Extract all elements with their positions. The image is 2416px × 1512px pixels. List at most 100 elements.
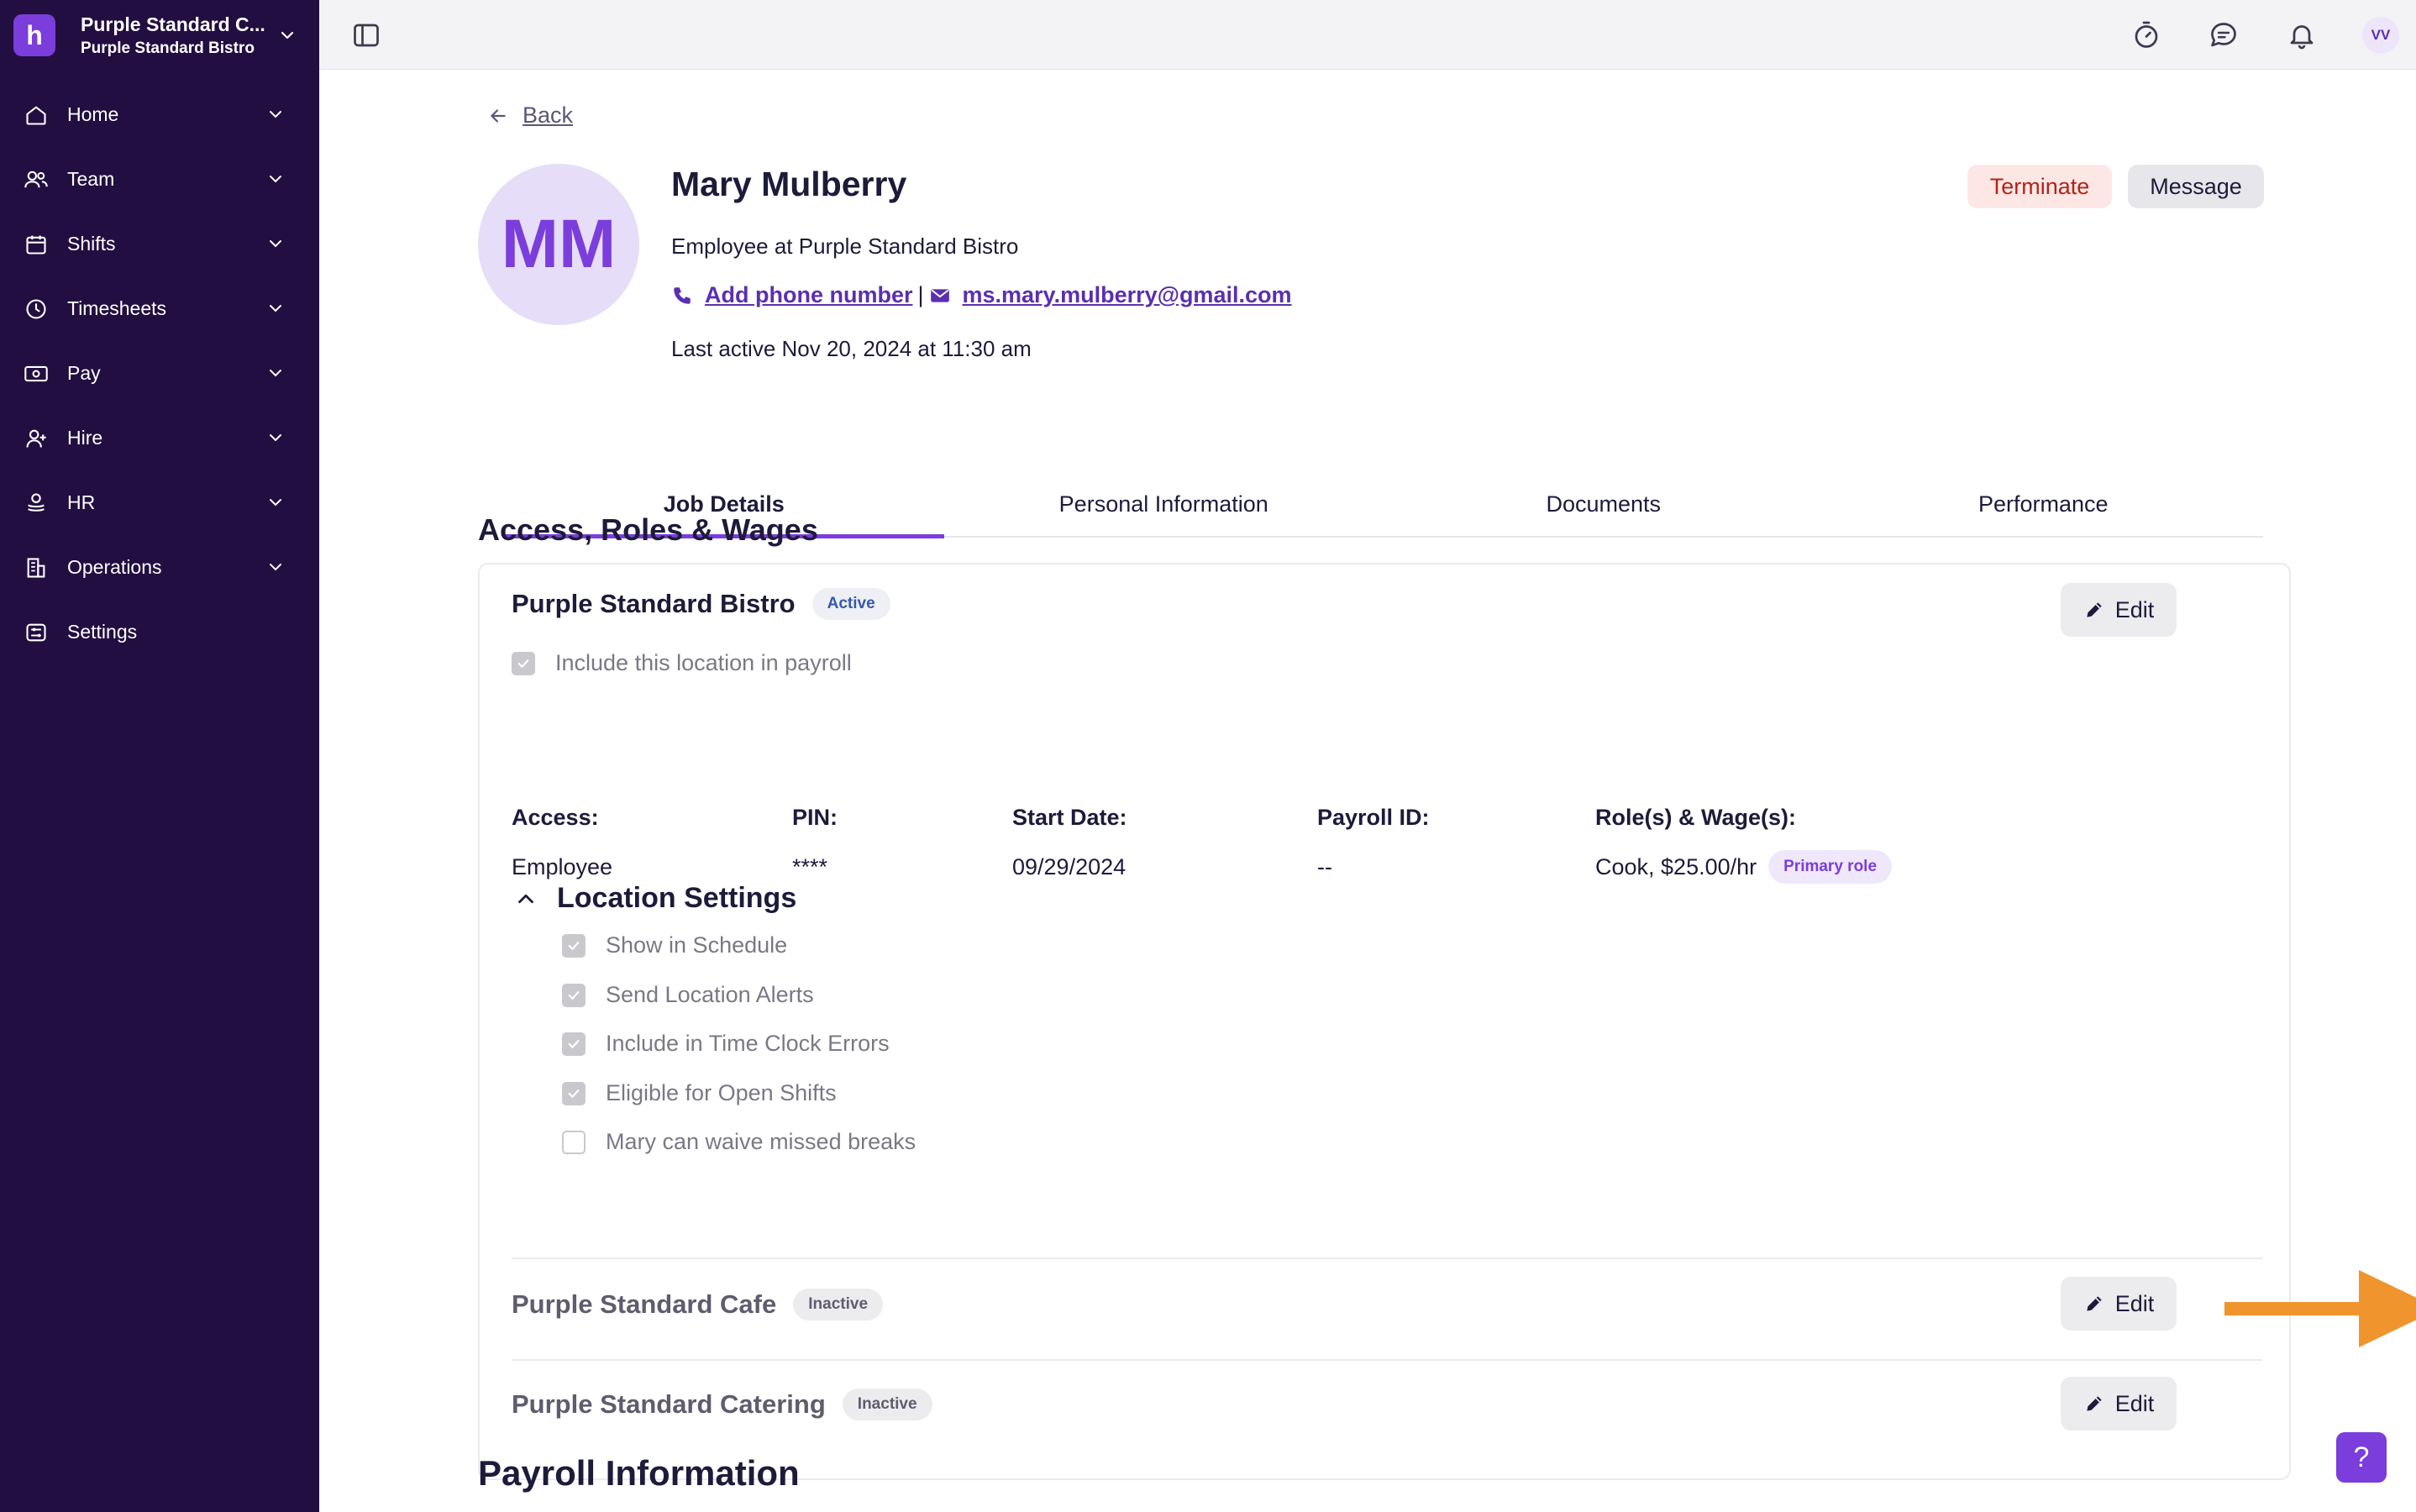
sidebar-item-label: HR (67, 491, 96, 513)
chevron-down-icon (270, 111, 281, 118)
email-link[interactable]: ms.mary.mulberry@gmail.com (963, 282, 1292, 308)
user-avatar[interactable]: VV (2362, 17, 2399, 54)
org-location: Purple Standard Bistro (81, 39, 255, 57)
roles-value-row: Cook, $25.00/hr Primary role (1595, 850, 1893, 884)
section-title-payroll: Payroll Information (478, 1453, 800, 1493)
back-label: Back (523, 102, 574, 128)
chevron-down-icon (270, 564, 281, 571)
stopwatch-icon[interactable] (2130, 18, 2163, 52)
sidebar-item-label: Timesheets (67, 297, 167, 319)
setting-row[interactable]: Eligible for Open Shifts (562, 1080, 837, 1106)
sidebar-item-hire[interactable]: Hire (0, 406, 319, 470)
bell-icon[interactable] (2285, 18, 2319, 52)
status-badge: Inactive (793, 1289, 884, 1320)
calendar-icon (24, 232, 49, 257)
chevron-down-icon (270, 499, 281, 507)
checkbox-unchecked[interactable] (562, 1130, 586, 1154)
chat-icon[interactable] (2207, 18, 2240, 52)
tab-personal-information[interactable]: Personal Information (944, 472, 1384, 536)
top-bar: VV (319, 0, 2416, 70)
location-header: Purple Standard Cafe Inactive (512, 1289, 884, 1320)
sidebar-item-label: Hire (67, 427, 103, 449)
sidebar-item-label: Operations (67, 556, 162, 578)
sidebar-item-timesheets[interactable]: Timesheets (0, 276, 319, 341)
arrow-left-icon (491, 108, 506, 123)
chevron-down-icon (270, 176, 281, 183)
employee-subtitle: Employee at Purple Standard Bistro (671, 234, 1019, 259)
tab-documents[interactable]: Documents (1384, 472, 1824, 536)
setting-label: Show in Schedule (606, 932, 788, 958)
last-active: Last active Nov 20, 2024 at 11:30 am (671, 336, 1032, 361)
help-button[interactable]: ? (2336, 1432, 2387, 1483)
checkbox-checked[interactable] (562, 983, 586, 1007)
setting-label: Include in Time Clock Errors (606, 1031, 890, 1056)
location-header: Purple Standard Catering Inactive (512, 1389, 932, 1420)
org-switcher[interactable]: h Purple Standard C... Purple Standard B… (13, 12, 307, 59)
sidebar-item-settings[interactable]: Settings (0, 600, 319, 664)
settings-icon (24, 620, 49, 645)
org-name: Purple Standard C... (81, 13, 265, 35)
building-icon (24, 555, 49, 580)
team-icon (24, 167, 49, 192)
checkbox-checked[interactable] (562, 1032, 586, 1056)
edit-location-button[interactable]: Edit (2061, 1277, 2177, 1331)
setting-row[interactable]: Send Location Alerts (562, 982, 814, 1008)
location-name: Purple Standard Cafe (512, 1289, 777, 1319)
sidebar-item-home[interactable]: Home (0, 82, 319, 147)
sidebar-item-label: Team (67, 168, 115, 190)
checkbox-checked[interactable] (562, 1081, 586, 1105)
roles-value: Cook, $25.00/hr (1595, 853, 1757, 879)
sidebar-item-team[interactable]: Team (0, 147, 319, 212)
tab-performance[interactable]: Performance (1824, 472, 2264, 536)
app-logo: h (13, 14, 55, 56)
checkbox-checked[interactable] (512, 651, 535, 675)
start-date-label: Start Date: (1012, 805, 1127, 830)
clock-icon (24, 297, 49, 322)
setting-row[interactable]: Mary can waive missed breaks (562, 1129, 916, 1155)
edit-location-button[interactable]: Edit (2061, 1377, 2177, 1431)
location-name: Purple Standard Catering (512, 1389, 826, 1419)
checkbox-label: Include this location in payroll (555, 650, 852, 675)
main-content: Back MM Mary Mulberry Employee at Purple… (319, 71, 2416, 1512)
sidebar-item-pay[interactable]: Pay (0, 341, 319, 406)
location-header: Purple Standard Bistro Active (512, 588, 890, 620)
contact-separator: | (917, 282, 924, 307)
setting-row[interactable]: Show in Schedule (562, 932, 787, 958)
back-link[interactable]: Back (487, 102, 573, 129)
divider (512, 1257, 2262, 1259)
sidebar-item-shifts[interactable]: Shifts (0, 212, 319, 276)
add-phone-link[interactable]: Add phone number (705, 282, 912, 308)
locations-card: Purple Standard Bistro Active Edit Inclu… (478, 563, 2291, 1480)
pin-value: **** (792, 854, 828, 879)
message-button[interactable]: Message (2128, 165, 2264, 208)
hire-icon (24, 426, 49, 451)
pencil-icon (2087, 1396, 2102, 1411)
location-name: Purple Standard Bistro (512, 589, 796, 618)
phone-icon (674, 286, 691, 304)
sidebar: h Purple Standard C... Purple Standard B… (0, 0, 319, 1512)
location-settings-toggle[interactable]: Location Settings (513, 882, 796, 915)
sidebar-item-operations[interactable]: Operations (0, 535, 319, 600)
status-badge: Active (811, 588, 890, 620)
access-value: Employee (512, 854, 613, 879)
pencil-icon (2087, 602, 2102, 617)
section-title-access: Access, Roles & Wages (478, 512, 818, 547)
edit-label: Edit (2114, 1290, 2155, 1316)
start-date-value: 09/29/2024 (1012, 854, 1127, 879)
sidebar-item-label: Shifts (67, 233, 116, 255)
terminate-button[interactable]: Terminate (1967, 165, 2112, 208)
chevron-down-icon (270, 434, 281, 442)
setting-row[interactable]: Include in Time Clock Errors (562, 1031, 890, 1057)
sidebar-nav: Home Team Shifts Timesheets Pay Hire HR … (0, 82, 319, 664)
edit-label: Edit (2114, 1390, 2155, 1416)
money-icon (24, 361, 49, 386)
checkbox-checked[interactable] (562, 933, 586, 958)
sidebar-item-hr[interactable]: HR (0, 470, 319, 535)
edit-location-button[interactable]: Edit (2061, 583, 2177, 637)
home-icon (24, 102, 49, 128)
payroll-id-label: Payroll ID: (1317, 805, 1430, 830)
chevron-down-icon (270, 305, 281, 312)
payroll-id-value: -- (1317, 854, 1332, 879)
sidebar-toggle-icon[interactable] (351, 20, 381, 50)
payroll-checkbox-row[interactable]: Include this location in payroll (512, 650, 852, 676)
